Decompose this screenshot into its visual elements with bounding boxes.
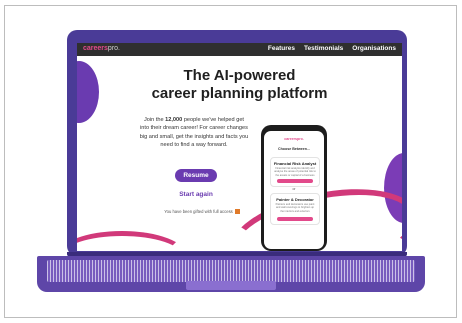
headline-line2: career planning platform [151, 85, 328, 102]
resume-button[interactable]: Resume [175, 169, 217, 182]
career-card-1[interactable]: Financial Risk Analyst Financial risk an… [270, 157, 320, 187]
career-card-2-title: Painter & Decorator [276, 197, 314, 202]
career-card-2-desc: Painters and decorators use paint and wa… [275, 203, 315, 213]
laptop-screen: careerspro. Features Testimonials Organi… [77, 43, 402, 251]
career-card-2-button[interactable] [277, 217, 313, 221]
phone-mockup: careerspro. Choose Between... Financial … [261, 125, 327, 251]
gift-notice: You have been gifted with full access [157, 209, 247, 215]
hero-description: Join the 12,000 people we've helped get … [139, 116, 249, 149]
brand-logo[interactable]: careerspro. [83, 45, 120, 52]
decorative-blob-left [77, 61, 99, 123]
brand-name: careers [83, 45, 108, 52]
phone-screen: careerspro. Choose Between... Financial … [264, 131, 324, 249]
laptop-keyboard [47, 260, 415, 282]
phone-or-divider: or [292, 187, 296, 191]
top-nav-bar: careerspro. Features Testimonials Organi… [77, 43, 402, 56]
career-card-2[interactable]: Painter & Decorator Painters and decorat… [270, 193, 320, 225]
headline-line1: The AI-powered [183, 67, 296, 84]
nav-links: Features Testimonials Organisations [268, 45, 396, 52]
phone-choose-heading: Choose Between... [278, 147, 310, 151]
brand-suffix: pro. [107, 45, 120, 52]
start-again-button[interactable]: Start again [173, 189, 219, 200]
laptop-trackpad [186, 281, 276, 290]
career-card-1-desc: Financial risk analysts identify and ana… [274, 167, 316, 177]
people-count: 12,000 [165, 117, 183, 123]
career-card-1-title: Financial Risk Analyst [273, 161, 317, 166]
decorative-swoosh-left [77, 231, 187, 251]
nav-organisations[interactable]: Organisations [352, 45, 396, 52]
page-title: The AI-powered career planning platform [117, 67, 362, 103]
gift-icon [234, 209, 240, 215]
phone-brand: careerspro. [284, 137, 304, 141]
nav-testimonials[interactable]: Testimonials [304, 45, 343, 52]
gift-text: You have been gifted with full access [164, 209, 233, 214]
nav-features[interactable]: Features [268, 45, 295, 52]
body-prefix: Join the [144, 117, 166, 123]
career-card-1-button[interactable] [277, 179, 313, 183]
